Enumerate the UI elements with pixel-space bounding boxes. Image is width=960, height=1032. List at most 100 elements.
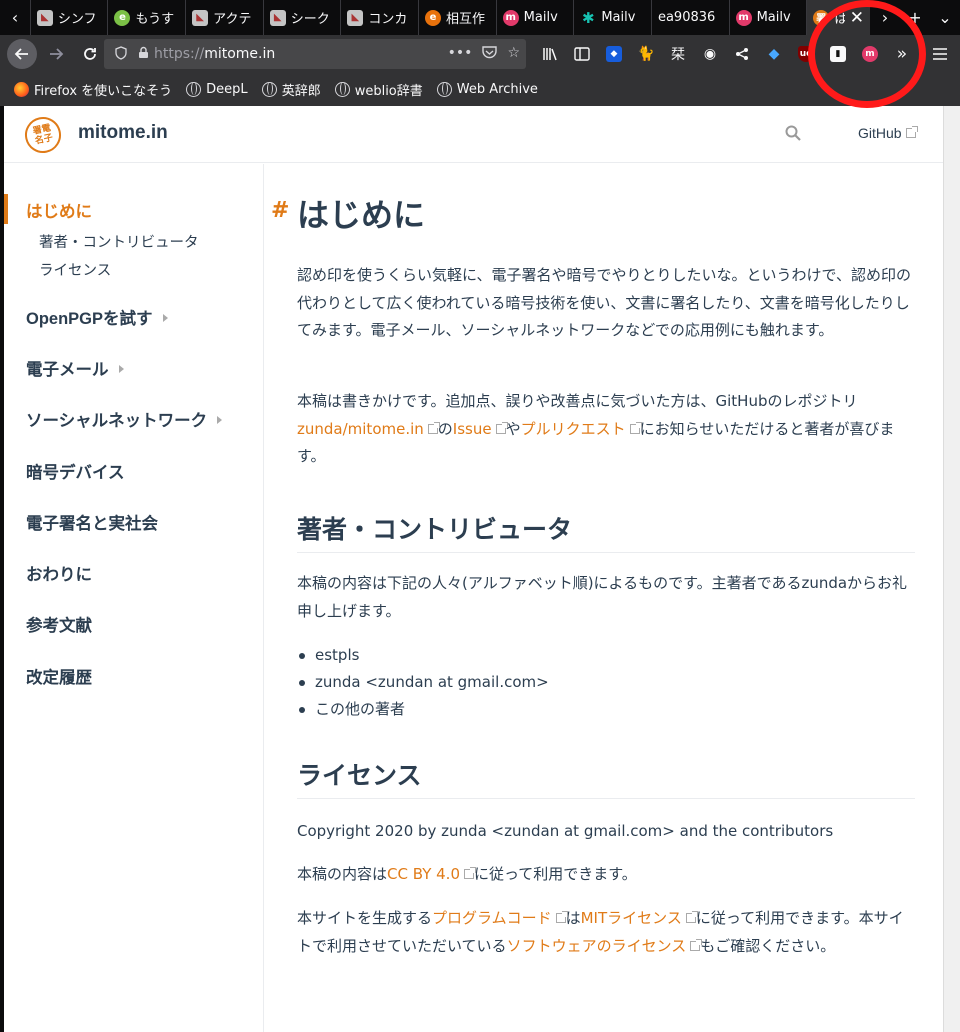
overflow-chevrons-icon[interactable]: »	[886, 39, 918, 69]
shield-icon[interactable]	[110, 45, 132, 63]
tab[interactable]: m Mailv	[728, 0, 807, 35]
list-all-tabs-chevron-icon[interactable]: ⌄	[930, 8, 960, 27]
bookmark-deepl[interactable]: DeepL	[186, 82, 248, 97]
bookmark-eijiro[interactable]: 英辞郎	[261, 80, 321, 99]
cc-by-link[interactable]: CC BY 4.0	[387, 865, 476, 883]
repo-link-text: zunda/mitome.in	[297, 419, 424, 438]
text: や	[505, 419, 521, 438]
new-tab-plus-icon[interactable]: +	[900, 8, 930, 27]
search-icon[interactable]	[785, 125, 801, 141]
bird-favicon: ◣	[36, 9, 53, 26]
share-icon[interactable]	[726, 39, 758, 69]
github-link-label: GitHub	[858, 125, 902, 141]
site-logo[interactable]: 署電 名子	[21, 113, 65, 157]
sidebar-item-openpgp[interactable]: OpenPGPを試す	[26, 305, 168, 329]
tab-scroll-left-button[interactable]: ‹	[0, 0, 30, 35]
url-scheme: https://	[154, 46, 205, 62]
sidebar-toggle-icon[interactable]	[566, 39, 598, 69]
back-arrow-icon[interactable]	[7, 39, 37, 69]
mailvelope-favicon: m	[502, 9, 519, 26]
tab[interactable]: ea90836	[650, 0, 729, 35]
program-code-link[interactable]: プログラムコード	[432, 909, 568, 927]
reload-icon[interactable]	[75, 39, 105, 69]
sidebar-item-devices[interactable]: 暗号デバイス	[26, 459, 125, 483]
hamburger-menu-icon[interactable]	[924, 39, 956, 69]
bookmark-web-archive[interactable]: Web Archive	[436, 82, 538, 97]
library-icon[interactable]	[534, 39, 566, 69]
text: 本稿の内容は	[297, 865, 388, 883]
external-link-icon	[427, 421, 440, 434]
mailvelope-extension-icon[interactable]: m	[854, 39, 886, 69]
tab[interactable]: e 相互作	[418, 0, 496, 35]
mit-license-link[interactable]: MITライセンス	[581, 909, 698, 927]
tab-title: Mailv	[601, 10, 636, 25]
tab[interactable]: ◣ アクテ	[185, 0, 263, 35]
list-item: この他の著者	[297, 696, 549, 723]
dark-book-icon[interactable]: ▮	[822, 39, 854, 69]
page-title: # はじめに	[271, 190, 426, 236]
cc-license-paragraph: 本稿の内容はCC BY 4.0 に従って利用できます。	[297, 861, 915, 889]
page-actions-ellipsis-icon[interactable]: •••	[448, 45, 473, 63]
header-anchor-link[interactable]: #	[271, 198, 289, 223]
page-title-text: はじめに	[297, 196, 426, 234]
sidebar-subitem-authors[interactable]: 著者・コントリビュータ	[39, 231, 199, 252]
tab[interactable]: ◣ シーク	[262, 0, 341, 35]
padlock-icon[interactable]	[132, 46, 154, 62]
bookmark-firefox[interactable]: Firefox を使いこなそう	[14, 80, 172, 99]
bookmark-star-icon[interactable]: ☆	[507, 45, 520, 63]
list-item: zunda <zundan at gmail.com>	[297, 669, 549, 696]
tab-active[interactable]: 署 は ✕	[806, 0, 870, 35]
sidebar-subitem-license[interactable]: ライセンス	[39, 259, 111, 280]
tab-title: もうす	[135, 12, 175, 27]
issue-link[interactable]: Issue	[453, 420, 508, 438]
sidebar-item-owarini[interactable]: おわりに	[26, 561, 92, 585]
page-scrollbar[interactable]	[943, 106, 960, 1032]
globe-icon	[334, 82, 350, 97]
repo-link[interactable]: zunda/mitome.in	[297, 419, 440, 438]
text: の	[437, 419, 453, 438]
cc-by-link-text: CC BY 4.0	[387, 865, 460, 883]
program-code-link-text: プログラムコード	[432, 909, 552, 927]
url-host: mitome.in	[204, 46, 276, 62]
github-link[interactable]: GitHub	[858, 125, 918, 141]
close-tab-icon[interactable]: ✕	[850, 8, 864, 28]
bitwarden-shield-icon[interactable]: ◆	[598, 39, 630, 69]
bird-favicon: ◣	[347, 9, 364, 26]
kanji-dictionary-icon[interactable]: 栞	[662, 39, 694, 69]
ninja-cat-icon[interactable]: 🐈	[630, 39, 662, 69]
external-link-icon	[464, 867, 476, 879]
sidebar-item-email[interactable]: 電子メール	[26, 356, 124, 380]
sidebar-item-signature-society[interactable]: 電子署名と実社会	[26, 510, 158, 534]
bookmark-label: weblio辞書	[354, 84, 423, 99]
tab[interactable]: ◣ シンフ	[29, 0, 108, 35]
forward-arrow-icon[interactable]	[41, 39, 71, 69]
pocket-icon[interactable]	[482, 45, 498, 63]
software-licenses-link[interactable]: ソフトウェアのライセンス	[507, 937, 703, 955]
pull-request-link[interactable]: プルリクエスト	[521, 420, 642, 438]
sidebar-item-hajimeni[interactable]: はじめに	[26, 198, 92, 222]
navigation-toolbar: https://mitome.in ••• ☆ ◆ 🐈 栞 ◉ ◆ uo ▮ m…	[0, 35, 960, 73]
tab-title: は	[834, 8, 844, 27]
bookmark-label: Web Archive	[456, 82, 538, 97]
sidebar-nav: はじめに 著者・コントリビュータ ライセンス OpenPGPを試す 電子メール …	[4, 164, 264, 1032]
diamond-icon[interactable]: ◆	[758, 39, 790, 69]
tab[interactable]: ✱ Mailv	[573, 0, 651, 35]
bookmark-label: 英辞郎	[281, 84, 321, 99]
bird-favicon: ◣	[269, 9, 286, 26]
circle-cat-icon[interactable]: ◉	[694, 39, 726, 69]
sidebar-item-history[interactable]: 改定履歴	[26, 664, 92, 688]
bookmark-weblio[interactable]: weblio辞書	[334, 80, 423, 99]
tab-scroll-right-button[interactable]: ›	[870, 8, 900, 27]
tab-title: Mailv	[523, 10, 558, 25]
sidebar-item-references[interactable]: 参考文献	[26, 612, 92, 636]
tab[interactable]: m Mailv	[495, 0, 574, 35]
tab[interactable]: ◣ コンカ	[340, 0, 418, 35]
tab-title: シーク	[290, 12, 330, 27]
sidebar-item-social[interactable]: ソーシャルネットワーク	[26, 407, 223, 431]
tab[interactable]: e もうす	[107, 0, 185, 35]
url-bar[interactable]: https://mitome.in ••• ☆	[104, 39, 526, 69]
site-name[interactable]: mitome.in	[78, 122, 168, 144]
external-link-icon	[495, 421, 508, 434]
tab-bar-controls: › + ⌄	[870, 0, 960, 35]
ublock-origin-icon[interactable]: uo	[790, 39, 822, 69]
